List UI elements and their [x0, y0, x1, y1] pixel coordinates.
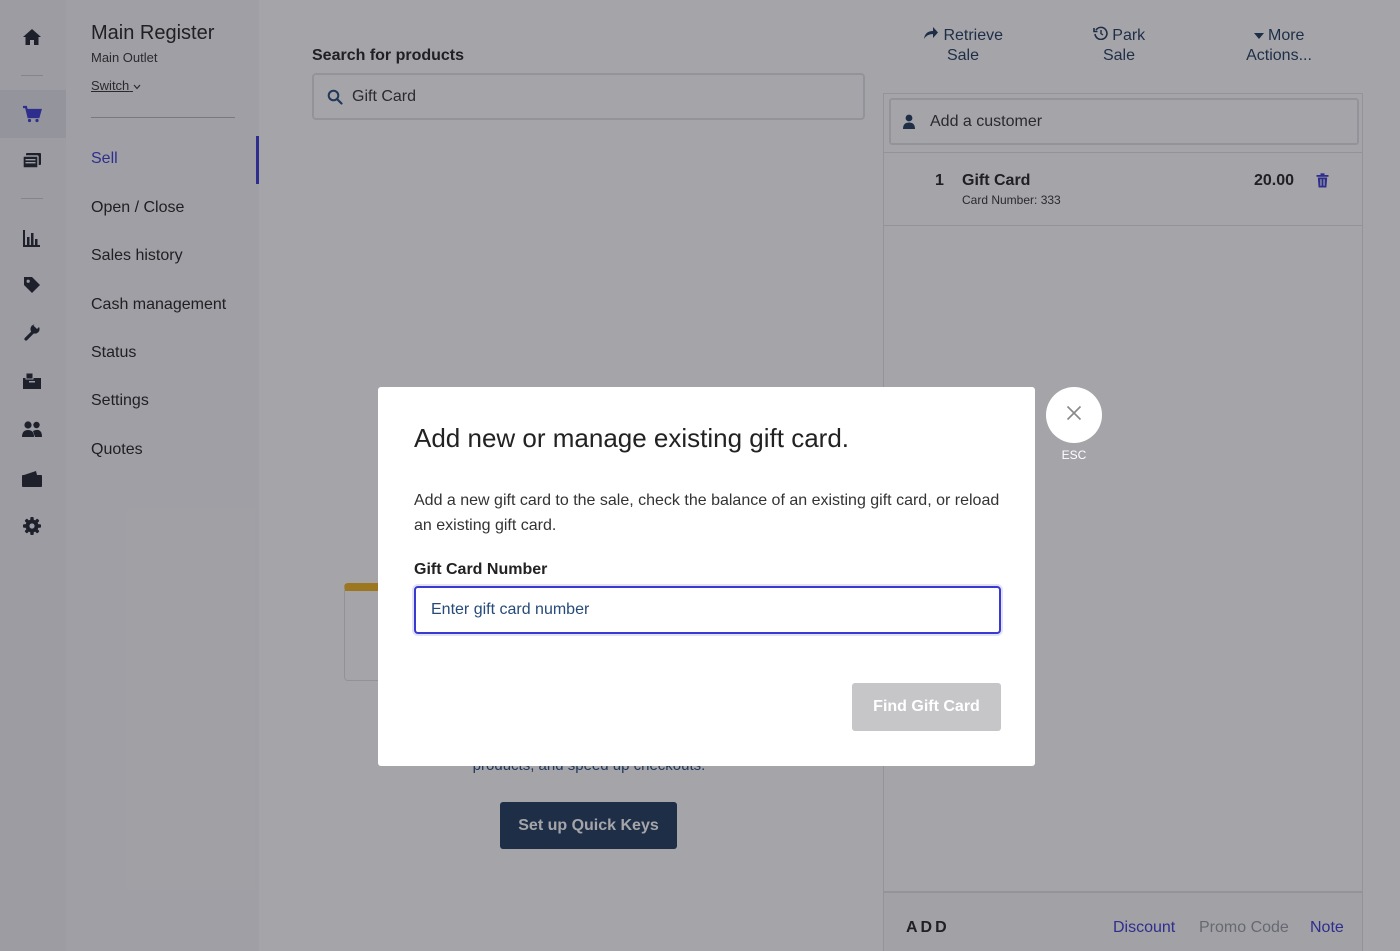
find-gift-card-button[interactable]: Find Gift Card	[852, 683, 1001, 731]
gift-card-modal: Add new or manage existing gift card. Ad…	[378, 387, 1035, 766]
modal-description: Add a new gift card to the sale, check t…	[414, 492, 1000, 534]
close-modal-button[interactable]	[1046, 387, 1102, 443]
close-icon	[1066, 405, 1082, 426]
gift-card-number-input[interactable]	[414, 586, 1001, 634]
gift-card-number-label: Gift Card Number	[414, 561, 548, 578]
esc-hint: ESC	[1061, 448, 1087, 462]
modal-title: Add new or manage existing gift card.	[414, 423, 850, 453]
